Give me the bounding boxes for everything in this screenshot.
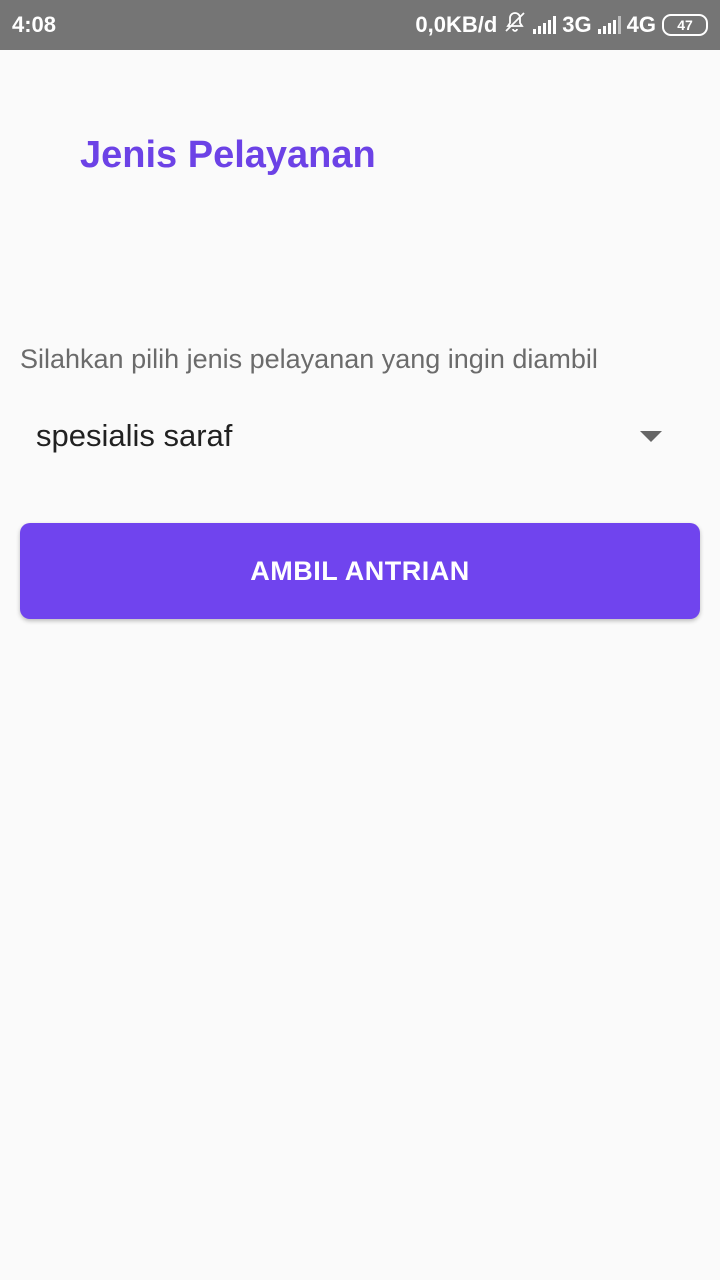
status-time: 4:08	[12, 12, 57, 37]
muted-bell-icon	[503, 10, 527, 40]
page-title: Jenis Pelayanan	[80, 134, 376, 176]
signal-icon	[533, 16, 557, 34]
network-type-1: 3G	[562, 12, 592, 37]
instruction-text: Silahkan pilih jenis pelayanan yang ingi…	[20, 344, 598, 374]
dropdown-selected-value: spesialis saraf	[36, 418, 233, 453]
service-type-dropdown[interactable]: spesialis saraf	[20, 404, 700, 468]
signal-icon	[597, 16, 621, 34]
battery-icon: 47	[662, 14, 708, 36]
take-queue-button[interactable]: AMBIL ANTRIAN	[20, 523, 700, 619]
dropdown-arrow-icon	[640, 430, 662, 442]
status-bar: 4:08 0,0KB/d 3G 4G 47	[0, 0, 720, 50]
network-type-2: 4G	[626, 12, 656, 37]
status-icons: 0,0KB/d 3G 4G 47	[415, 10, 708, 40]
data-speed: 0,0KB/d	[415, 12, 498, 37]
battery-level: 47	[662, 14, 708, 36]
